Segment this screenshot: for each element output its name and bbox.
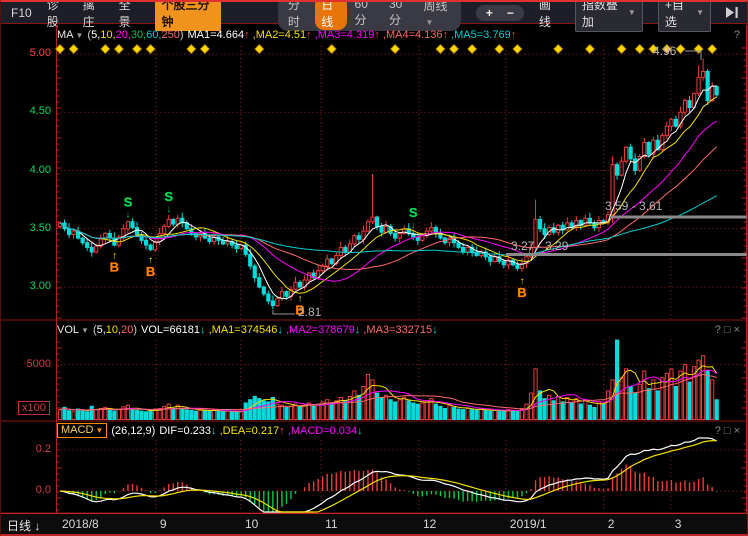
- price-axis-label: 4.50: [9, 105, 51, 117]
- month-label: 3: [675, 517, 682, 531]
- support-band-label: 3.27 - 3.29: [511, 239, 568, 253]
- low-price-annotation: 2.81: [298, 305, 321, 319]
- price-axis-label: 3.50: [9, 222, 51, 234]
- svg-text:S: S: [164, 189, 173, 204]
- event-diamond-icons: [55, 44, 716, 53]
- svg-text:↓: ↓: [125, 209, 130, 220]
- svg-text:S: S: [409, 205, 418, 220]
- gridlines: [57, 46, 747, 512]
- resistance-band-label: 3.59 - 3.61: [605, 199, 662, 213]
- month-label: 2019/1: [510, 517, 547, 531]
- macd-lines: [60, 438, 717, 512]
- svg-text:B: B: [110, 259, 119, 274]
- high-price-annotation: 4.96: [653, 44, 676, 58]
- month-label: 11: [325, 517, 337, 531]
- svg-text:B: B: [517, 285, 526, 300]
- price-axis-label: 3.00: [9, 280, 51, 292]
- volume-axis-label: 5000: [9, 358, 51, 370]
- candlesticks: [58, 59, 718, 309]
- svg-text:↓: ↓: [411, 220, 416, 231]
- svg-text:B: B: [146, 264, 155, 279]
- time-axis-bar: 日线 ↓ 2018/8 9 10 11 12 2019/1 2 3: [1, 513, 748, 536]
- annotation-lines: [273, 51, 747, 314]
- price-axis-label: 4.00: [9, 164, 51, 176]
- pane-frames: [1, 25, 748, 536]
- volume-unit-label: x100: [18, 401, 50, 415]
- chart-plot[interactable]: ↑BS↓↑BS↓↑BS↓↑B: [1, 2, 748, 536]
- down-arrow-icon: ↓: [34, 519, 40, 533]
- month-label: 2: [608, 517, 615, 531]
- stock-chart-app: F10 诊股 擒庄 全景 个股三分钟 分时 日线 60分 30分 周线▼ + −…: [0, 0, 748, 536]
- month-label: 10: [245, 517, 258, 531]
- month-label: 12: [423, 517, 436, 531]
- month-label: 2018/8: [62, 517, 99, 531]
- month-label: 9: [160, 517, 167, 531]
- svg-text:↓: ↓: [166, 204, 171, 215]
- svg-text:S: S: [124, 194, 133, 209]
- price-axis-label: 5.00: [9, 47, 51, 59]
- volume-bars: [58, 340, 718, 420]
- ma-lines: [60, 86, 717, 299]
- macd-axis-label: 0.0: [9, 484, 51, 496]
- timeframe-collapse-button[interactable]: 日线 ↓: [7, 517, 40, 534]
- trade-signal-markers: ↑BS↓↑BS↓↑BS↓↑B: [110, 189, 527, 318]
- macd-axis-label: 0.2: [9, 443, 51, 455]
